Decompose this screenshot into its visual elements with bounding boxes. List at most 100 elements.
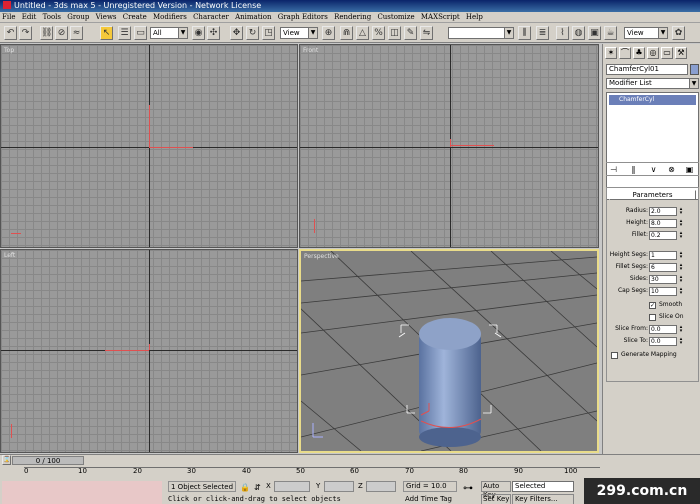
select-move-icon[interactable]: ✥ [230,26,243,40]
object-name-field[interactable]: ChamferCyl01 [606,64,688,75]
viewport-label-front[interactable]: Front [303,47,318,54]
hierarchy-tab-icon[interactable]: ♣ [633,47,645,59]
key-filters-button[interactable]: Key Filters... [512,494,574,504]
select-object-icon[interactable]: ↖ [100,26,113,40]
menu-group[interactable]: Group [67,13,89,21]
menu-create[interactable]: Create [123,13,147,21]
menu-modifiers[interactable]: Modifiers [153,13,187,21]
menu-edit[interactable]: Edit [22,13,37,21]
auto-key-button[interactable]: Auto Key [481,481,511,499]
stack-item-chamfercyl[interactable]: ChamferCyl [609,95,696,105]
ref-coord-dropdown[interactable]: View ▼ [280,27,318,39]
select-and-manipulate-icon[interactable]: ◉ [192,26,205,40]
undo-icon[interactable]: ↶ [4,26,17,40]
select-scale-icon[interactable]: ◳ [262,26,275,40]
percent-snap-icon[interactable]: % [372,26,385,40]
radius-field[interactable]: 2.0 [649,207,677,216]
viewport-label-left[interactable]: Left [4,252,15,259]
redo-icon[interactable]: ↷ [19,26,32,40]
modifier-list-dropdown[interactable]: Modifier List ▼ [606,78,699,89]
material-editor-icon[interactable]: ◍ [572,26,585,40]
viewport-top[interactable]: Top [0,44,298,248]
mirror-icon[interactable]: ⇋ [420,26,433,40]
utilities-tab-icon[interactable]: ⚒ [675,47,687,59]
spinner-icon[interactable]: ▴ ▾ [678,251,684,260]
cap-segs-field[interactable]: 10 [649,287,677,296]
spinner-icon[interactable]: ▴ ▾ [678,219,684,228]
object-color-swatch[interactable] [690,64,699,75]
coord-z-field[interactable] [366,481,396,492]
menu-customize[interactable]: Customize [377,13,414,21]
sides-field[interactable]: 30 [649,275,677,284]
menu-animation[interactable]: Animation [235,13,271,21]
height-segs-field[interactable]: 1 [649,251,677,260]
view-dropdown[interactable]: View ▼ [624,27,668,39]
menu-help[interactable]: Help [466,13,483,21]
menu-graph-editors[interactable]: Graph Editors [278,13,328,21]
remove-modifier-icon[interactable]: ⊗ [666,164,677,175]
select-by-name-icon[interactable]: ☰ [118,26,131,40]
menu-file[interactable]: File [2,13,15,21]
render-scene-icon[interactable]: ▣ [588,26,601,40]
menu-character[interactable]: Character [193,13,229,21]
absolute-mode-icon[interactable]: ⇵ [254,483,261,492]
layer-manager-icon[interactable]: ≣ [536,26,549,40]
coord-x-field[interactable] [274,481,310,492]
create-tab-icon[interactable]: ✶ [605,47,617,59]
menu-views[interactable]: Views [96,13,117,21]
spinner-icon[interactable]: ▴ ▾ [678,207,684,216]
maxscript-listener[interactable] [2,481,162,504]
height-field[interactable]: 8.0 [649,219,677,228]
angle-snap-icon[interactable]: △ [356,26,369,40]
add-time-tag[interactable]: Add Time Tag [403,494,457,504]
modify-tab-icon[interactable]: ⌒ [619,47,631,59]
rectangular-selection-icon[interactable]: ▭ [134,26,147,40]
slice-on-checkbox[interactable] [649,314,656,321]
curve-editor-icon[interactable]: ⌇ [556,26,569,40]
viewport-perspective[interactable]: Perspective [299,249,599,453]
set-key-button[interactable]: Set Key [481,494,511,504]
select-rotate-icon[interactable]: ↻ [246,26,259,40]
display-tab-icon[interactable]: ▭ [661,47,673,59]
select-region-icon[interactable]: ✣ [207,26,220,40]
rollout-title[interactable]: Parameters [609,190,696,200]
align-icon[interactable]: ⫼ [518,26,531,40]
spinner-icon[interactable]: ▴ ▾ [678,231,684,240]
spinner-icon[interactable]: ▴ ▾ [678,263,684,272]
menu-maxscript[interactable]: MAXScript [421,13,460,21]
coord-y-field[interactable] [324,481,354,492]
pivot-center-icon[interactable]: ⊕ [322,26,335,40]
spinner-icon[interactable]: ▴ ▾ [678,287,684,296]
slice-to-field[interactable]: 0.0 [649,337,677,346]
select-link-icon[interactable]: ⛓ [40,26,53,40]
time-config-icon[interactable]: ⌛ [2,455,11,465]
time-slider[interactable]: 0 / 100 [12,456,84,465]
quick-render-icon[interactable]: ☕ [604,26,617,40]
spinner-icon[interactable]: ▴ ▾ [678,275,684,284]
fillet-segs-field[interactable]: 6 [649,263,677,272]
show-end-result-icon[interactable]: ‖ [628,164,639,175]
spinner-snap-icon[interactable]: ◫ [388,26,401,40]
selection-filter-dropdown[interactable]: All ▼ [150,27,188,39]
menu-tools[interactable]: Tools [43,13,61,21]
spinner-icon[interactable]: ▴ ▾ [678,325,684,334]
fillet-field[interactable]: 0.2 [649,231,677,240]
lock-selection-icon[interactable]: 🔒 [240,483,250,492]
snap-toggle-icon[interactable]: ⋒ [340,26,353,40]
motion-tab-icon[interactable]: ◎ [647,47,659,59]
edit-named-selection-icon[interactable]: ✎ [404,26,417,40]
make-unique-icon[interactable]: ∨ [648,164,659,175]
viewport-front[interactable]: Front [299,44,599,248]
smooth-checkbox[interactable]: ✓ [649,302,656,309]
render-last-icon[interactable]: ✿ [672,26,685,40]
configure-sets-icon[interactable]: ▣ [684,164,695,175]
menu-rendering[interactable]: Rendering [334,13,371,21]
key-selection-dropdown[interactable]: Selected [512,481,574,492]
named-selection-dropdown[interactable]: ▼ [448,27,514,39]
viewport-label-top[interactable]: Top [4,47,14,54]
key-mode-icon[interactable]: ⊶ [460,483,476,501]
generate-mapping-checkbox[interactable] [611,352,618,359]
viewport-left[interactable]: Left [0,249,298,453]
bind-space-warp-icon[interactable]: ≈ [70,26,83,40]
viewport-label-perspective[interactable]: Perspective [304,253,339,260]
